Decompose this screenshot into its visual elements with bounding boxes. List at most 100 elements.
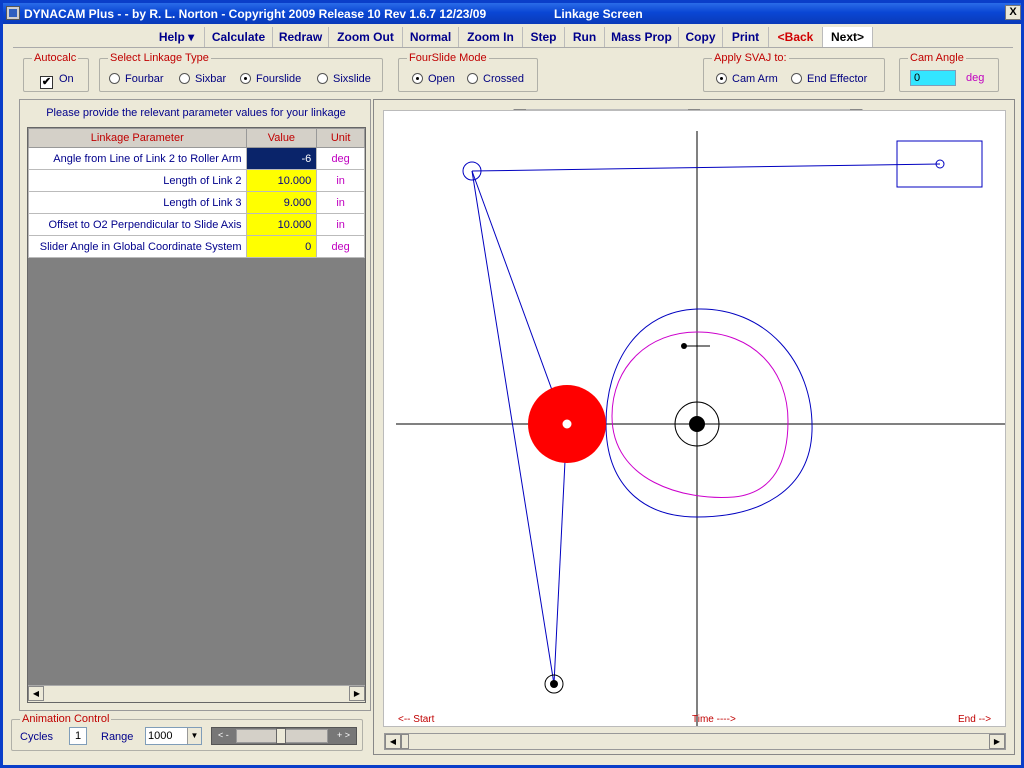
start-label: <-- Start (398, 714, 435, 725)
column-header-unit: Unit (316, 128, 365, 148)
svaj-legend: Apply SVAJ to: (712, 52, 789, 64)
param-unit: in (316, 191, 365, 214)
title-bar[interactable]: DYNACAM Plus - - by R. L. Norton - Copyr… (3, 3, 1021, 24)
param-unit: deg (316, 147, 365, 170)
radio-selected-icon (716, 73, 727, 84)
normal-button[interactable]: Normal (403, 27, 459, 47)
fourslide-mode-legend: FourSlide Mode (407, 52, 489, 64)
radio-fourbar[interactable]: Fourbar (109, 73, 164, 85)
radio-cam-arm-label: Cam Arm (732, 73, 778, 85)
link-3 (471, 163, 941, 172)
scroll-left-icon[interactable]: ◀ (28, 686, 44, 701)
param-name: Length of Link 2 (28, 169, 247, 192)
parameter-panel: Please provide the relevant parameter va… (19, 99, 371, 711)
end-label: End --> (958, 714, 992, 725)
radio-sixbar-label: Sixbar (195, 73, 227, 85)
param-unit: in (316, 169, 365, 192)
scroll-thumb[interactable] (401, 734, 409, 749)
cam-angle-input[interactable]: 0 (910, 70, 956, 86)
step-button[interactable]: Step (523, 27, 565, 47)
table-row: Length of Link 3 9.000 in (28, 191, 365, 214)
mass-prop-button[interactable]: Mass Prop (605, 27, 679, 47)
parameter-prompt: Please provide the relevant parameter va… (46, 107, 346, 119)
back-button[interactable]: <Back (769, 27, 823, 47)
copy-button[interactable]: Copy (679, 27, 723, 47)
check-icon: ✔ (40, 76, 53, 89)
animation-control-group: Animation Control Cycles 1 Range 1000 ▼ … (11, 713, 363, 751)
window-title: DYNACAM Plus - - by R. L. Norton - Copyr… (24, 7, 487, 21)
table-row: Offset to O2 Perpendicular to Slide Axis… (28, 213, 365, 236)
cycles-input[interactable]: 1 (69, 727, 87, 745)
zoom-in-button[interactable]: Zoom In (459, 27, 523, 47)
param-value-input[interactable]: 9.000 (245, 191, 318, 214)
slider-plus-label: + > (336, 730, 350, 740)
param-name: Length of Link 3 (28, 191, 247, 214)
next-button[interactable]: Next> (823, 27, 873, 47)
range-label: Range (101, 731, 134, 743)
animation-slider[interactable]: < - + > (211, 727, 357, 745)
roller-pin (561, 418, 573, 430)
radio-icon (791, 73, 802, 84)
parameter-grid: Linkage Parameter Value Unit Angle from … (27, 127, 366, 703)
radio-fourslide[interactable]: Fourslide (240, 73, 301, 85)
roller-arm-upper (471, 170, 557, 402)
param-value-input[interactable]: 0 (245, 235, 318, 258)
radio-crossed[interactable]: Crossed (467, 73, 524, 85)
close-button[interactable]: X (1005, 5, 1021, 20)
param-name: Slider Angle in Global Coordinate System (28, 235, 247, 258)
slider-thumb[interactable] (276, 728, 286, 744)
radio-icon (317, 73, 328, 84)
radio-open[interactable]: Open (412, 73, 455, 85)
param-value-input[interactable]: -6 (245, 147, 318, 170)
cam-angle-group: Cam Angle 0 deg (899, 52, 999, 92)
radio-icon (109, 73, 120, 84)
linkage-type-group: Select Linkage Type Fourbar Sixbar Fours… (99, 52, 383, 92)
svaj-group: Apply SVAJ to: Cam Arm End Effector (703, 52, 885, 92)
fourslide-mode-group: FourSlide Mode Open Crossed (398, 52, 538, 92)
cycles-label: Cycles (20, 731, 54, 743)
run-button[interactable]: Run (565, 27, 605, 47)
parameter-table: Linkage Parameter Value Unit Angle from … (28, 128, 365, 258)
redraw-button[interactable]: Redraw (273, 27, 329, 47)
radio-crossed-label: Crossed (483, 73, 524, 85)
range-select[interactable]: 1000 ▼ (145, 727, 202, 745)
app-window: DYNACAM Plus - - by R. L. Norton - Copyr… (0, 0, 1024, 768)
ground-pivot (550, 680, 558, 688)
range-value: 1000 (148, 730, 173, 742)
cam-angle-unit: deg (966, 72, 985, 84)
cam-pivot (689, 416, 705, 432)
radio-selected-icon (240, 73, 251, 84)
scroll-right-icon[interactable]: ▶ (349, 686, 365, 701)
table-row: Length of Link 2 10.000 in (28, 169, 365, 192)
print-button[interactable]: Print (723, 27, 769, 47)
radio-icon (467, 73, 478, 84)
param-unit: in (316, 213, 365, 236)
autocalc-checkbox[interactable]: ✔ On (40, 73, 74, 89)
param-name: Angle from Line of Link 2 to Roller Arm (28, 147, 247, 170)
help-menu-button[interactable]: Help ▾ (149, 27, 205, 47)
table-row: Slider Angle in Global Coordinate System… (28, 235, 365, 258)
chevron-down-icon[interactable]: ▼ (187, 728, 201, 744)
grid-horizontal-scrollbar[interactable]: ◀ ▶ (28, 685, 365, 702)
radio-sixslide[interactable]: Sixslide (317, 73, 371, 85)
param-value-input[interactable]: 10.000 (245, 213, 318, 236)
scroll-right-icon[interactable]: ▶ (989, 734, 1005, 749)
scroll-left-icon[interactable]: ◀ (385, 734, 401, 749)
table-row: Angle from Line of Link 2 to Roller Arm … (28, 147, 365, 170)
calculate-button[interactable]: Calculate (205, 27, 273, 47)
autocalc-label: On (59, 73, 74, 85)
animation-control-legend: Animation Control (20, 713, 112, 725)
autocalc-group: Autocalc ✔ On (23, 52, 89, 92)
radio-cam-arm[interactable]: Cam Arm (716, 73, 778, 85)
autocalc-legend: Autocalc (32, 52, 79, 64)
radio-fourslide-label: Fourslide (256, 73, 302, 85)
param-unit: deg (316, 235, 365, 258)
linkage-drawing (396, 131, 1005, 726)
linkage-canvas[interactable]: <-- Start Time ----> End --> (383, 110, 1006, 727)
zoom-out-button[interactable]: Zoom Out (329, 27, 403, 47)
param-value-input[interactable]: 10.000 (245, 169, 318, 192)
radio-end-effector[interactable]: End Effector (791, 73, 867, 85)
radio-sixbar[interactable]: Sixbar (179, 73, 226, 85)
bottom-scrollbar[interactable]: ◀ ▶ (384, 733, 1006, 750)
slider-minus-label: < - (218, 730, 229, 740)
